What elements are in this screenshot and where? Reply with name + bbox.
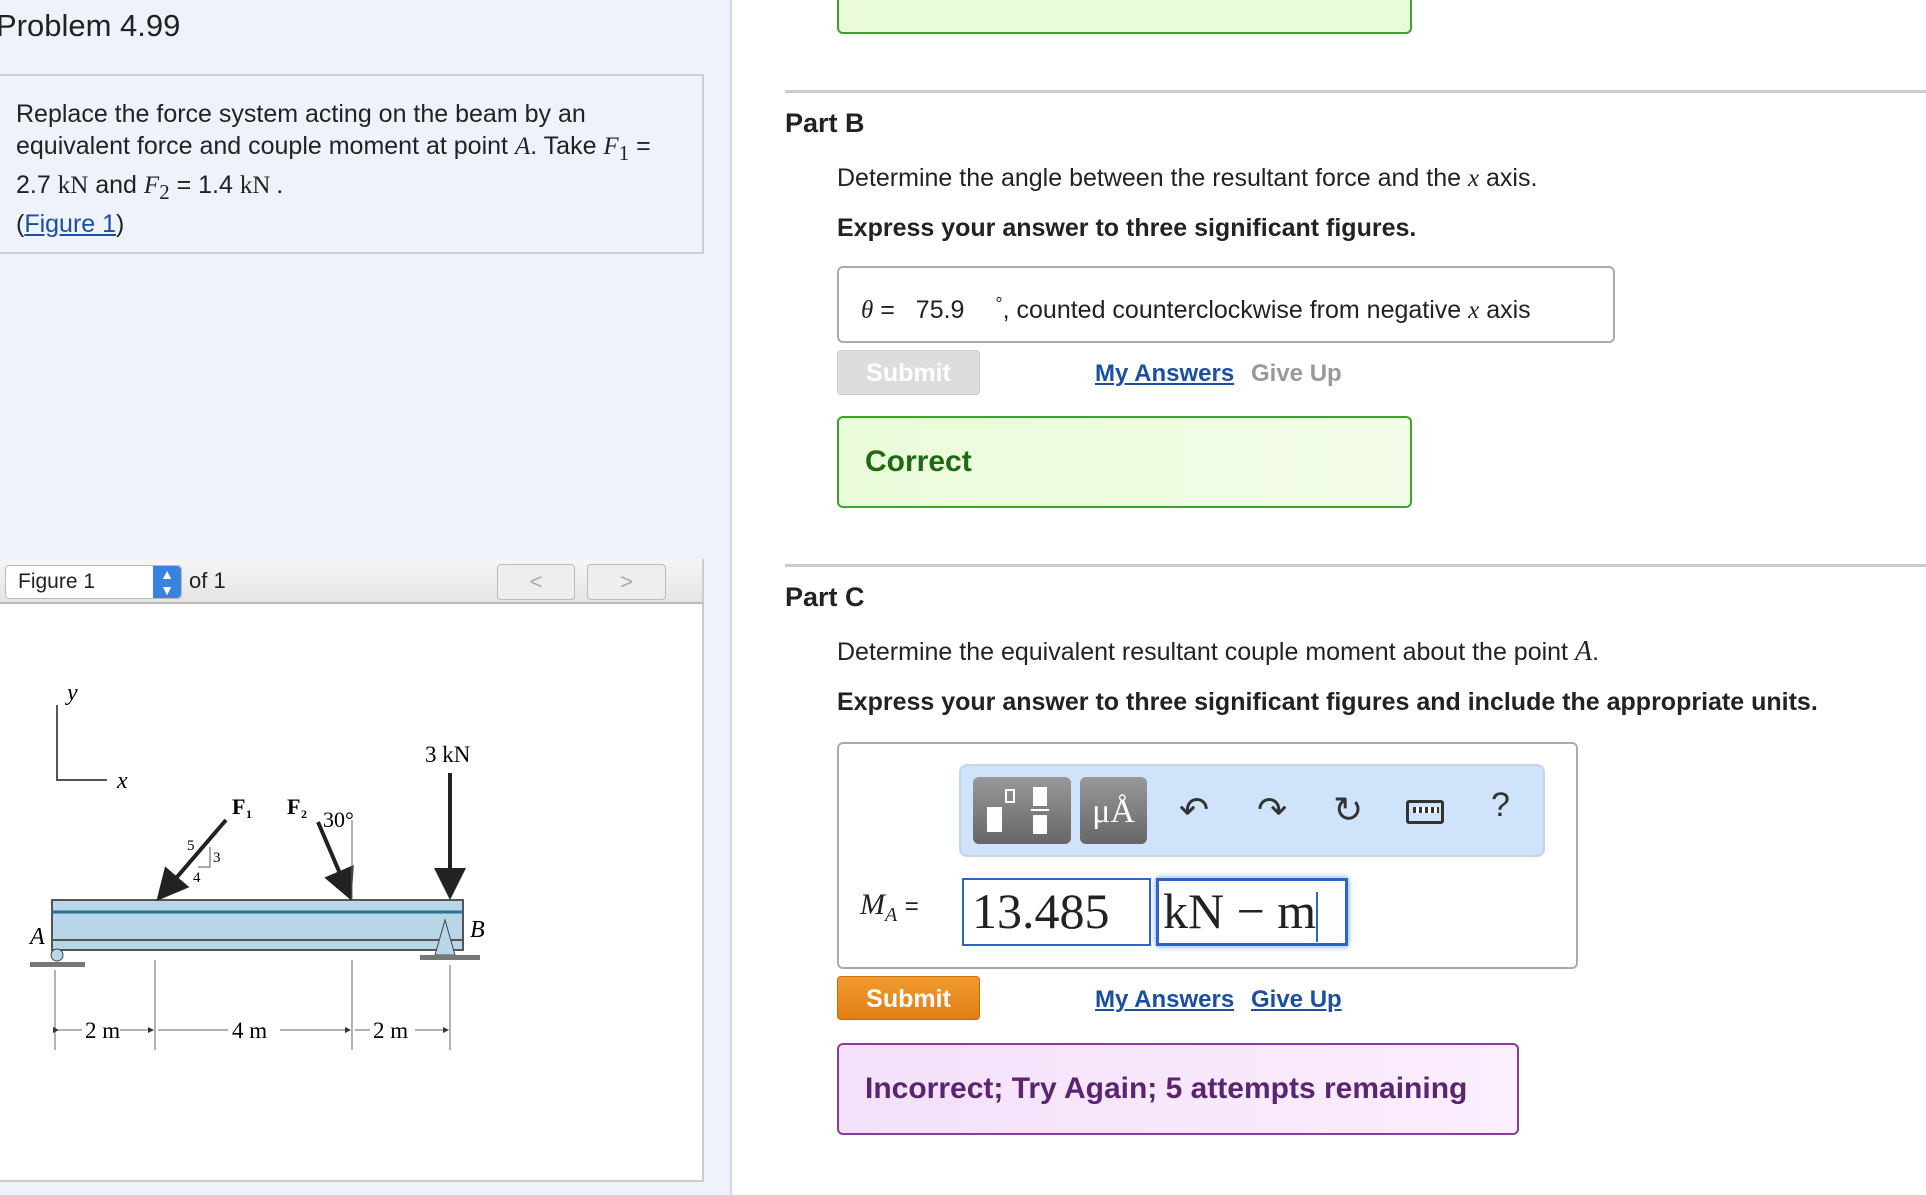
take-text: . Take <box>530 132 597 160</box>
x-axis-label: x <box>116 768 128 794</box>
m-sub: A <box>885 904 898 926</box>
question-text: Determine the equivalent resultant coupl… <box>837 638 1569 666</box>
moment-label: MA = <box>860 888 919 927</box>
mu-angstrom-icon: μÅ <box>1092 793 1135 830</box>
part-c-submit-button[interactable]: Submit <box>837 976 980 1020</box>
theta-value: 75.9 <box>915 296 965 324</box>
beam <box>51 899 464 951</box>
part-b-feedback: Correct <box>837 416 1412 508</box>
equals: = <box>904 893 919 920</box>
axis-word: axis. <box>1486 164 1538 192</box>
keyboard-icon[interactable] <box>1406 800 1444 824</box>
axis-var: x <box>1467 165 1480 192</box>
part-b-give-up-link[interactable]: Give Up <box>1251 360 1342 388</box>
f2-label: F <box>287 794 300 819</box>
beam-diagram: y x F 1 F 2 30° 3 kN 5 3 4 A B 2 m 4 m 2… <box>28 680 485 1050</box>
part-a-feedback <box>837 0 1412 34</box>
prev-figure-button[interactable]: < <box>497 564 575 600</box>
f1-label: F <box>232 794 245 819</box>
figure-count: of 1 <box>189 568 226 593</box>
angle-label: 30° <box>323 807 354 832</box>
templates-icon <box>987 807 1002 832</box>
reset-icon[interactable]: ↻ <box>1333 780 1363 840</box>
slope-5: 5 <box>187 838 195 854</box>
part-c-feedback: Incorrect; Try Again; 5 attempts remaini… <box>837 1043 1519 1135</box>
part-b-title: Part B <box>785 108 865 138</box>
figure-select[interactable]: Figure 1 ▲ ▼ <box>5 565 182 599</box>
problem-panel: Problem 4.99 Replace the force system ac… <box>0 0 732 1195</box>
dim-label-3: 2 m <box>373 1018 408 1043</box>
f2-unit: kN . <box>239 172 283 199</box>
part-c-question: Determine the equivalent resultant coupl… <box>837 636 1600 667</box>
figure-area: y x F 1 F 2 30° 3 kN 5 3 4 A B 2 m 4 m 2… <box>0 604 704 1182</box>
f2-symbol: F <box>143 172 160 199</box>
units-text: kN − m <box>1163 883 1317 939</box>
f2-label-sub: 2 <box>301 807 307 821</box>
part-b-answer: θ = 75.9 °, counted counterclockwise fro… <box>837 266 1615 343</box>
f1-symbol: F <box>603 133 619 160</box>
f2-sub: 2 <box>159 180 170 204</box>
part-c-instruction: Express your answer to three significant… <box>837 688 1818 716</box>
figure-link[interactable]: Figure 1 <box>24 210 116 238</box>
next-figure-button[interactable]: > <box>587 564 666 600</box>
units-button[interactable]: μÅ <box>1080 777 1147 844</box>
part-b-divider <box>785 90 1926 93</box>
dim-label-2: 4 m <box>232 1018 267 1043</box>
statement-text: Replace the force system acting on the b… <box>16 100 586 160</box>
part-b-my-answers-link[interactable]: My Answers <box>1095 360 1234 388</box>
moment-units-input[interactable]: kN − m <box>1156 878 1348 946</box>
part-b-submit-button[interactable]: Submit <box>837 350 980 395</box>
suffix-axis: axis <box>1486 296 1531 324</box>
roller-support-a <box>50 948 64 962</box>
part-c-my-answers-link[interactable]: My Answers <box>1095 986 1234 1014</box>
point-a-label: A <box>28 924 45 950</box>
f1-sub: 1 <box>618 141 630 165</box>
f2-arrow <box>316 821 354 901</box>
part-c-give-up-link[interactable]: Give Up <box>1251 986 1342 1014</box>
figure-select-value: Figure 1 <box>18 570 96 593</box>
f1-unit: kN <box>57 172 89 199</box>
figure-toolbar: Figure 1 ▲ ▼ of 1 < > <box>0 559 704 604</box>
y-axis-label: y <box>65 680 78 706</box>
undo-icon[interactable]: ↶ <box>1179 780 1209 840</box>
select-arrows-icon: ▲ ▼ <box>153 566 181 598</box>
degree-unit: ° <box>995 294 1003 314</box>
m-symbol: M <box>860 888 885 921</box>
part-b-question: Determine the angle between the resultan… <box>837 162 1537 195</box>
problem-title: Problem 4.99 <box>0 8 181 43</box>
and-text: and <box>95 171 137 199</box>
part-c-divider <box>785 564 1926 567</box>
redo-icon[interactable]: ↷ <box>1257 780 1287 840</box>
load-label: 3 kN <box>425 742 471 767</box>
point-a: A <box>1574 636 1593 667</box>
question-text: Determine the angle between the resultan… <box>837 164 1462 192</box>
dim-label-1: 2 m <box>85 1018 120 1043</box>
part-b-instruction: Express your answer to three significant… <box>837 214 1417 242</box>
suffix-text: , counted counterclockwise from negative <box>1002 296 1462 324</box>
slope-4: 4 <box>193 870 201 886</box>
suffix-var: x <box>1468 297 1480 324</box>
text-cursor <box>1316 891 1319 942</box>
slope-3: 3 <box>213 850 221 866</box>
equals: = <box>880 296 895 324</box>
problem-statement: Replace the force system acting on the b… <box>0 74 704 254</box>
part-c-title: Part C <box>785 582 865 612</box>
point-a: A <box>514 133 531 160</box>
f2-value: = 1.4 <box>176 171 233 199</box>
help-icon[interactable]: ? <box>1491 786 1510 825</box>
f1-label-sub: 1 <box>246 807 252 821</box>
axes-icon <box>56 705 107 781</box>
theta-symbol: θ <box>861 297 874 324</box>
templates-button[interactable] <box>973 777 1071 844</box>
math-toolbar: μÅ ↶ ↷ ↻ ? <box>959 764 1545 857</box>
point-b-label: B <box>470 917 485 943</box>
moment-value-input[interactable]: 13.485 <box>962 878 1151 946</box>
